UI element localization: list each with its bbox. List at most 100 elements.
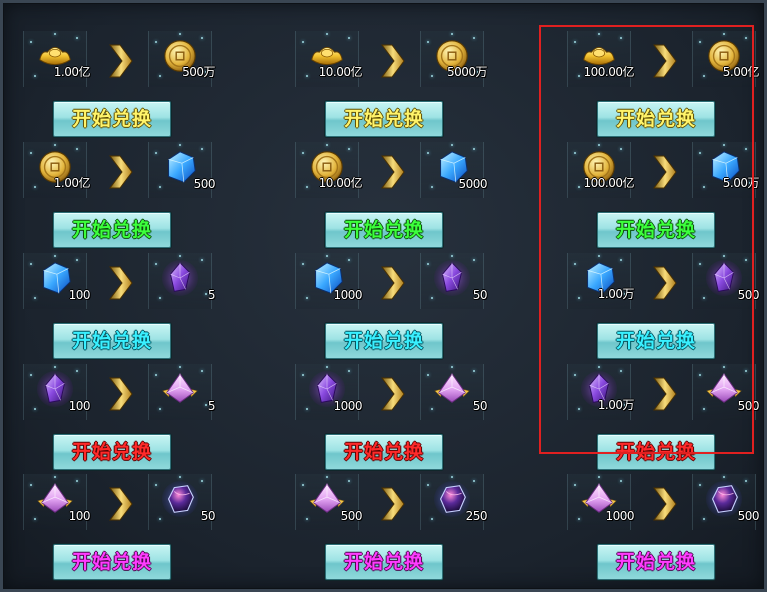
sparkle	[578, 408, 580, 410]
sparkle	[34, 518, 36, 520]
from-item-slot[interactable]: 500	[295, 474, 363, 530]
start-exchange-button[interactable]: 开始兑换	[325, 212, 443, 248]
exchange-row: 100 5 开始兑换 1000 50 开始兑换 1.00万 500 开始兑换	[3, 357, 767, 470]
to-item-slot[interactable]: 50	[420, 364, 488, 420]
start-exchange-button[interactable]: 开始兑换	[597, 323, 715, 359]
sparkle	[451, 366, 453, 368]
sparkle	[598, 255, 600, 257]
sparkle	[723, 476, 725, 478]
from-item-slot[interactable]: 1000	[295, 253, 362, 309]
sparkle	[76, 370, 78, 372]
from-item-slot[interactable]: 1.00万	[567, 253, 635, 309]
to-item-slot[interactable]: 500	[692, 253, 760, 309]
start-exchange-button[interactable]: 开始兑换	[325, 323, 443, 359]
sparkle	[574, 41, 576, 43]
start-exchange-button[interactable]: 开始兑换	[325, 544, 443, 580]
sparkle	[431, 75, 433, 77]
to-item-slot[interactable]: 5000	[420, 142, 487, 198]
sparkle	[473, 37, 475, 39]
from-item-slot[interactable]: 100	[23, 474, 91, 530]
to-item-quantity: 500	[193, 177, 216, 191]
to-item-slot[interactable]: 5	[148, 364, 216, 420]
to-item-slot[interactable]: 500万	[148, 31, 215, 87]
start-exchange-button[interactable]: 开始兑换	[53, 434, 171, 470]
sparkle	[578, 297, 580, 299]
sparkle	[473, 259, 475, 261]
sparkle	[598, 366, 600, 368]
sparkle	[574, 374, 576, 376]
start-exchange-button[interactable]: 开始兑换	[53, 544, 171, 580]
from-item-slot[interactable]: 1.00亿	[23, 31, 91, 87]
from-item-slot[interactable]: 100.00亿	[567, 31, 634, 87]
start-exchange-button[interactable]: 开始兑换	[597, 101, 715, 137]
start-exchange-button[interactable]: 开始兑换	[597, 212, 715, 248]
sparkle	[427, 263, 429, 265]
to-item-slot[interactable]: 500	[692, 364, 760, 420]
to-item-slot[interactable]: 50	[148, 474, 216, 530]
to-item-quantity: 250	[465, 509, 488, 523]
sparkle	[30, 263, 32, 265]
start-exchange-button[interactable]: 开始兑换	[325, 434, 443, 470]
to-item-slot[interactable]: 500	[692, 474, 760, 530]
sparkle	[578, 186, 580, 188]
from-item-slot[interactable]: 100.00亿	[567, 142, 634, 198]
exchange-recipe: 100.00亿 5.00万开始兑换	[549, 135, 767, 248]
sparkle	[703, 518, 705, 520]
sparkle	[155, 41, 157, 43]
sparkle	[306, 518, 308, 520]
from-item-slot[interactable]: 100	[23, 364, 91, 420]
sparkle	[620, 259, 622, 261]
from-item-slot[interactable]: 1.00亿	[23, 142, 91, 198]
from-item-quantity: 1.00亿	[53, 65, 91, 79]
start-exchange-button[interactable]: 开始兑换	[597, 544, 715, 580]
sparkle	[201, 480, 203, 482]
sparkle	[34, 408, 36, 410]
to-item-slot[interactable]: 5000万	[420, 31, 488, 87]
sparkle	[30, 41, 32, 43]
from-item-quantity: 500	[340, 509, 363, 523]
to-item-quantity: 5000	[458, 177, 487, 191]
sparkle	[620, 37, 622, 39]
sparkle	[451, 144, 453, 146]
sparkle	[598, 33, 600, 35]
arrow-right-icon	[378, 154, 406, 190]
arrow-right-icon	[378, 486, 406, 522]
to-item-slot[interactable]: 500	[148, 142, 216, 198]
to-item-slot[interactable]: 5	[148, 253, 216, 309]
sparkle	[179, 33, 181, 35]
from-item-quantity: 10.00亿	[318, 176, 363, 190]
start-exchange-button[interactable]: 开始兑换	[597, 434, 715, 470]
sparkle	[620, 480, 622, 482]
sparkle	[723, 144, 725, 146]
from-item-slot[interactable]: 10.00亿	[295, 31, 363, 87]
start-exchange-button[interactable]: 开始兑换	[53, 212, 171, 248]
exchange-recipe: 1000 500 开始兑换	[549, 467, 767, 580]
from-item-slot[interactable]: 100	[23, 253, 91, 309]
to-item-slot[interactable]: 5.00亿	[692, 31, 760, 87]
arrow-right-icon	[106, 265, 134, 301]
from-item-slot[interactable]: 1.00万	[567, 364, 635, 420]
pink-gem-icon	[433, 370, 471, 408]
from-item-slot[interactable]: 1000	[567, 474, 634, 530]
start-exchange-button[interactable]: 开始兑换	[325, 101, 443, 137]
to-item-slot[interactable]: 50	[420, 253, 488, 309]
sparkle	[578, 75, 580, 77]
sparkle	[598, 144, 600, 146]
start-exchange-button[interactable]: 开始兑换	[53, 323, 171, 359]
to-item-slot[interactable]: 5.00万	[692, 142, 760, 198]
to-item-slot[interactable]: 250	[420, 474, 488, 530]
from-item-quantity: 1000	[333, 399, 362, 413]
sparkle	[34, 75, 36, 77]
start-exchange-button[interactable]: 开始兑换	[53, 101, 171, 137]
to-item-quantity: 50	[472, 399, 488, 413]
sparkle	[431, 297, 433, 299]
from-item-slot[interactable]: 10.00亿	[295, 142, 363, 198]
exchange-recipe: 100 50 开始兑换	[5, 467, 257, 580]
from-item-slot[interactable]: 1000	[295, 364, 362, 420]
sparkle	[745, 148, 747, 150]
sparkle	[159, 75, 161, 77]
sparkle	[703, 297, 705, 299]
sparkle	[302, 263, 304, 265]
sparkle	[703, 75, 705, 77]
exchange-panel: 1.00亿 500万开始兑换 10.00亿 5000万开始兑换 100.00亿 5.00亿…	[0, 0, 767, 592]
